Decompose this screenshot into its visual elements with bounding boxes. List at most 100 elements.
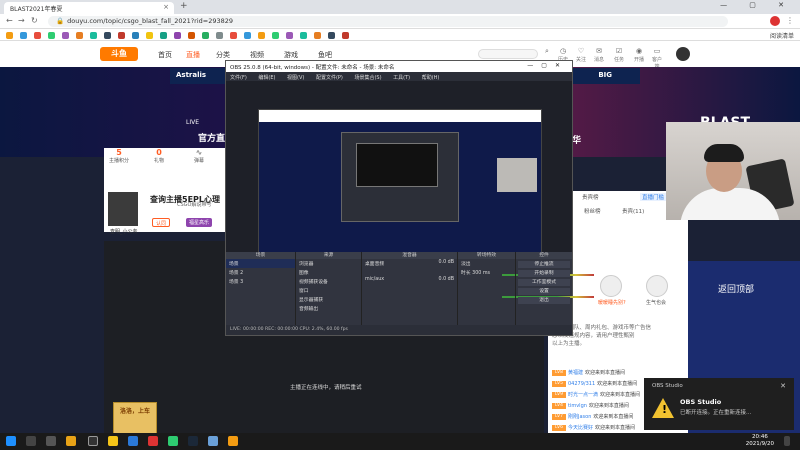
chrome-icon[interactable] <box>66 436 76 446</box>
source-item[interactable]: 音频输出 <box>296 304 361 313</box>
nav-video[interactable]: 视频 <box>250 50 264 60</box>
bookmark-icon[interactable] <box>244 32 251 39</box>
reading-list[interactable]: 阅读清单 <box>770 31 794 40</box>
nav-game[interactable]: 游戏 <box>284 50 298 60</box>
start-recording-button[interactable]: 开始录制 <box>518 270 570 277</box>
bookmark-icon[interactable] <box>62 32 69 39</box>
settings-button[interactable]: 设置 <box>518 288 570 295</box>
app-icon[interactable] <box>228 436 238 446</box>
start-icon[interactable] <box>6 436 16 446</box>
back-to-top-button[interactable]: 返回顶部 <box>718 282 754 295</box>
promo-badge[interactable]: 洛洛，上车 <box>113 402 157 433</box>
scene-item[interactable]: 场景 3 <box>226 277 295 286</box>
bookmark-icon[interactable] <box>342 32 349 39</box>
url-field[interactable]: 🔒 douyu.com/topic/csgo_blast_fall_2021?ri… <box>48 16 728 27</box>
window-controls[interactable]: — ▢ ✕ <box>720 1 794 9</box>
bookmark-icon[interactable] <box>6 32 13 39</box>
preview-inner-capture <box>356 143 438 187</box>
source-item[interactable]: 窗口 <box>296 286 361 295</box>
folder-icon[interactable] <box>108 436 118 446</box>
follow-icon[interactable]: ♡ 关注 <box>574 47 588 63</box>
anchor-avatar[interactable] <box>108 192 138 226</box>
obs-window-controls[interactable]: —▢✕ <box>527 62 568 69</box>
live-icon[interactable]: ◉ 开播 <box>632 47 646 63</box>
task-icon[interactable]: ☑ 任务 <box>612 47 626 63</box>
bookmark-icon[interactable] <box>314 32 321 39</box>
exit-button[interactable]: 退出 <box>518 297 570 304</box>
bookmark-icon[interactable] <box>160 32 167 39</box>
anchor-badge: 福星高乐 <box>186 218 213 227</box>
message-icon[interactable]: ✉ 消息 <box>592 47 606 63</box>
source-item[interactable]: 显示器捕获 <box>296 295 361 304</box>
live-label: LIVE <box>186 119 200 126</box>
steam-icon[interactable] <box>188 436 198 446</box>
bookmark-icon[interactable] <box>202 32 209 39</box>
source-item[interactable]: 视频捕获设备 <box>296 277 361 286</box>
bookmark-icon[interactable] <box>272 32 279 39</box>
bookmark-icon[interactable] <box>146 32 153 39</box>
transition-select[interactable]: 淡出 <box>458 259 515 268</box>
bookmark-icon[interactable] <box>76 32 83 39</box>
bookmark-icon[interactable] <box>174 32 181 39</box>
gift-user-avatar[interactable] <box>600 275 622 297</box>
tab-vip[interactable]: 贵宾榜 <box>582 193 599 201</box>
anchor-name[interactable]: 查明_小公务 <box>110 228 138 235</box>
nav-live[interactable]: 直播 <box>186 50 200 60</box>
mixer-panel: 混音器 桌面音频 0.0 dB mic/aux 0.0 dB <box>362 252 594 326</box>
app-icon[interactable] <box>128 436 138 446</box>
search-icon[interactable]: ⌕ <box>540 47 554 56</box>
site-logo[interactable]: 斗鱼 <box>100 47 138 61</box>
tab-fans[interactable]: 粉丝榜 <box>584 207 601 215</box>
tab-guests[interactable]: 贵宾(11) <box>622 207 644 215</box>
browser-tab[interactable]: BLAST2021年春夏 × <box>4 2 174 14</box>
forward-icon[interactable]: → <box>18 16 25 25</box>
bookmark-icon[interactable] <box>230 32 237 39</box>
bookmark-icon[interactable] <box>48 32 55 39</box>
bookmark-icon[interactable] <box>286 32 293 39</box>
threshold-button[interactable]: 直播门槛 <box>640 193 667 201</box>
scene-item[interactable]: 场景 <box>226 259 295 268</box>
bookmark-icon[interactable] <box>118 32 125 39</box>
scene-item[interactable]: 场景 2 <box>226 268 295 277</box>
follow-button[interactable]: 认同 <box>152 218 171 227</box>
bookmark-icon[interactable] <box>328 32 335 39</box>
menu-icon[interactable]: ⋮ <box>786 16 794 25</box>
search-input[interactable] <box>478 49 538 59</box>
close-icon[interactable]: ✕ <box>780 382 786 390</box>
user-avatar[interactable] <box>676 47 690 61</box>
bookmark-icon[interactable] <box>132 32 139 39</box>
wechat-icon[interactable] <box>168 436 178 446</box>
bookmark-icon[interactable] <box>90 32 97 39</box>
search-icon[interactable] <box>26 436 36 446</box>
obs-notification[interactable]: OBS Studio ✕ ! OBS Studio 已断开连接。正在重新连接..… <box>644 378 794 430</box>
app-icon[interactable] <box>148 436 158 446</box>
nav-home[interactable]: 首页 <box>158 50 172 60</box>
reload-icon[interactable]: ↻ <box>31 16 38 25</box>
app-icon[interactable] <box>208 436 218 446</box>
gift-user-avatar[interactable] <box>646 275 668 297</box>
bookmark-icon[interactable] <box>300 32 307 39</box>
task-view-icon[interactable] <box>46 436 56 446</box>
notification-center-icon[interactable] <box>784 436 790 446</box>
obs-titlebar[interactable]: OBS 25.0.8 (64-bit, windows) - 配置文件: 未命名… <box>226 61 572 72</box>
new-tab-icon[interactable]: + <box>180 1 188 11</box>
bookmark-icon[interactable] <box>188 32 195 39</box>
source-item[interactable]: 图像 <box>296 268 361 277</box>
back-icon[interactable]: ← <box>6 16 13 25</box>
bookmark-icon[interactable] <box>104 32 111 39</box>
profile-avatar-icon[interactable] <box>770 16 780 26</box>
bookmark-icon[interactable] <box>34 32 41 39</box>
bookmark-icon[interactable] <box>216 32 223 39</box>
studio-mode-button[interactable]: 工作室模式 <box>518 279 570 286</box>
obs-icon[interactable] <box>88 436 98 446</box>
stop-streaming-button[interactable]: 停止推流 <box>518 261 570 268</box>
bookmark-icon[interactable] <box>258 32 265 39</box>
stat-points: 5 主播积分 <box>108 148 129 164</box>
close-tab-icon[interactable]: × <box>163 3 169 11</box>
taskbar: 20:46 2021/9/20 <box>0 433 800 450</box>
source-item[interactable]: 浏览器 <box>296 259 361 268</box>
bookmark-icon[interactable] <box>20 32 27 39</box>
nav-yuba[interactable]: 鱼吧 <box>318 50 332 60</box>
system-clock[interactable]: 20:46 2021/9/20 <box>746 434 774 448</box>
nav-category[interactable]: 分类 <box>216 50 230 60</box>
